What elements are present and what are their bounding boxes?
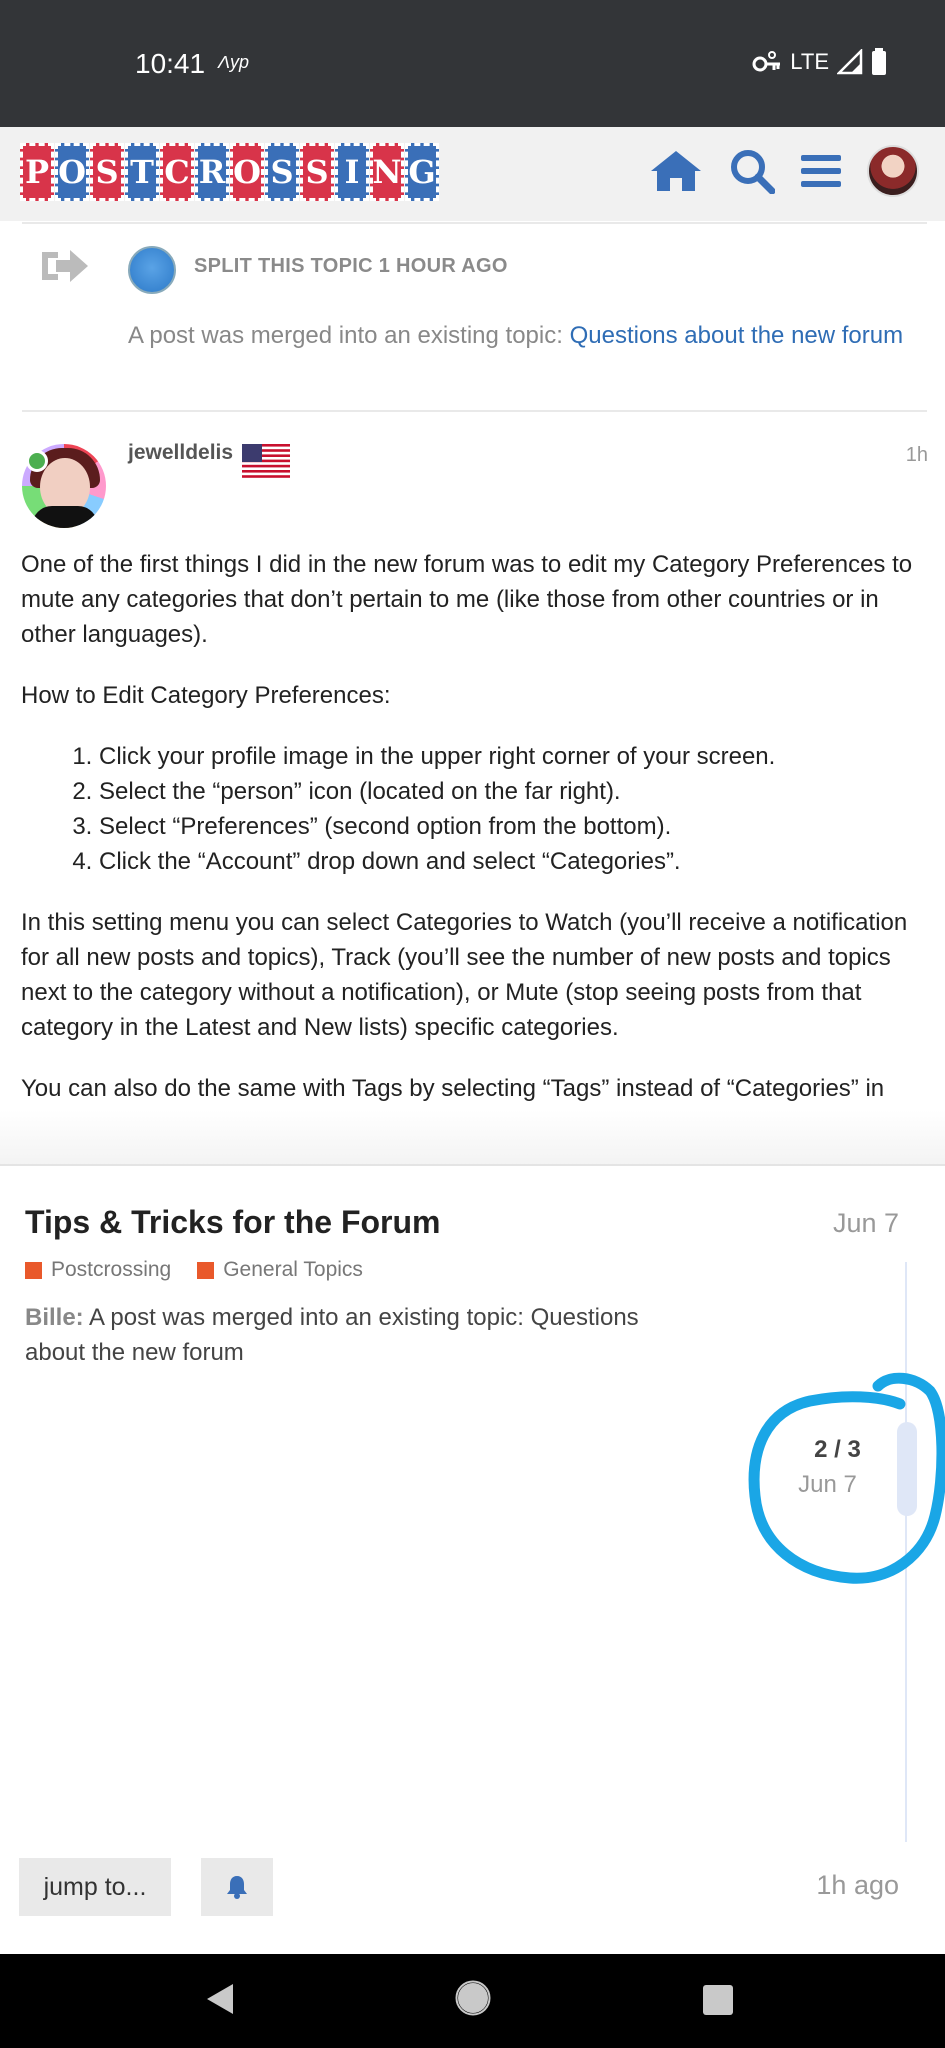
logo-letter: O (230, 143, 264, 201)
split-topic-icon (42, 250, 88, 282)
topic-categories: Postcrossing General Topics (25, 1258, 363, 1282)
logo-letter: N (370, 143, 404, 201)
excerpt-text: A post was merged into an existing topic… (25, 1304, 639, 1366)
logo-letter: O (55, 143, 89, 201)
logo-letter: I (335, 143, 369, 201)
category-color-swatch (197, 1261, 215, 1279)
battery-icon (872, 48, 886, 75)
logo-letter: C (160, 143, 194, 201)
status-bar: 10:41 Λyp LTE (0, 0, 945, 127)
list-item: Click your profile image in the upper ri… (99, 739, 926, 774)
action-description: SPLIT THIS TOPIC 1 HOUR AGO (194, 255, 508, 277)
vpn-key-icon (752, 51, 781, 72)
post-paragraph: How to Edit Category Preferences: (21, 682, 391, 709)
topic-title[interactable]: Tips & Tricks for the Forum (25, 1204, 440, 1241)
action-body: A post was merged into an existing topic… (128, 318, 918, 353)
divider (22, 410, 927, 412)
logo-letter: T (125, 143, 159, 201)
back-icon[interactable] (205, 1982, 235, 2016)
status-time: 10:41 (135, 48, 206, 79)
post-paragraph: One of the first things I did in the new… (21, 551, 913, 648)
us-flag-icon (242, 444, 290, 478)
last-reply-time: 1h ago (816, 1870, 899, 1900)
category-label: Postcrossing (51, 1258, 172, 1281)
home-button-icon[interactable] (455, 1980, 491, 2016)
online-status-indicator (26, 450, 48, 472)
category-badge-general-topics[interactable]: General Topics (197, 1258, 363, 1282)
notification-app-icon: Λyp (218, 52, 250, 72)
site-header: POSTCROSSING (0, 127, 945, 221)
logo-letter: S (90, 143, 124, 201)
jump-to-button[interactable]: jump to... (19, 1858, 171, 1916)
post-username[interactable]: jewelldelis (128, 441, 233, 465)
category-label: General Topics (223, 1258, 363, 1281)
post-paragraph: In this setting menu you can select Cate… (21, 909, 908, 1041)
divider (22, 222, 927, 224)
user-avatar[interactable] (867, 145, 919, 197)
merged-topic-link[interactable]: Questions about the new forum (570, 322, 904, 349)
system-nav-bar (0, 1954, 945, 2048)
network-type: LTE (790, 49, 829, 74)
logo-letter: S (265, 143, 299, 201)
logo-letter: S (300, 143, 334, 201)
recents-icon[interactable] (703, 1985, 733, 2015)
category-badge-postcrossing[interactable]: Postcrossing (25, 1258, 171, 1282)
logo-letter: G (405, 143, 439, 201)
list-item: Select “Preferences” (second option from… (99, 809, 926, 844)
logo-letter: R (195, 143, 229, 201)
excerpt-author: Bille: (25, 1304, 84, 1331)
post-timestamp[interactable]: 1h (906, 444, 928, 467)
bell-icon (227, 1876, 247, 1899)
menu-icon[interactable] (801, 153, 841, 189)
topic-date: Jun 7 (832, 1208, 899, 1238)
topic-excerpt: Bille: A post was merged into an existin… (25, 1300, 705, 1370)
logo-letter: P (20, 143, 54, 201)
category-color-swatch (25, 1261, 42, 1279)
signal-icon (837, 49, 863, 75)
postcrossing-logo[interactable]: POSTCROSSING (20, 143, 440, 201)
content-fade (0, 1110, 945, 1166)
notifications-button[interactable] (201, 1858, 273, 1916)
search-icon[interactable] (729, 148, 775, 194)
moderator-avatar[interactable] (128, 246, 176, 294)
list-item: Click the “Account” drop down and select… (99, 844, 926, 879)
home-icon[interactable] (649, 149, 703, 193)
hand-drawn-circle-annotation (748, 1372, 945, 1584)
action-body-text: A post was merged into an existing topic… (128, 322, 570, 349)
post-content: One of the first things I did in the new… (21, 547, 926, 1167)
steps-list: Click your profile image in the upper ri… (21, 739, 926, 879)
status-indicators: LTE (752, 48, 887, 76)
list-item: Select the “person” icon (located on the… (99, 774, 926, 809)
divider (0, 1164, 945, 1166)
